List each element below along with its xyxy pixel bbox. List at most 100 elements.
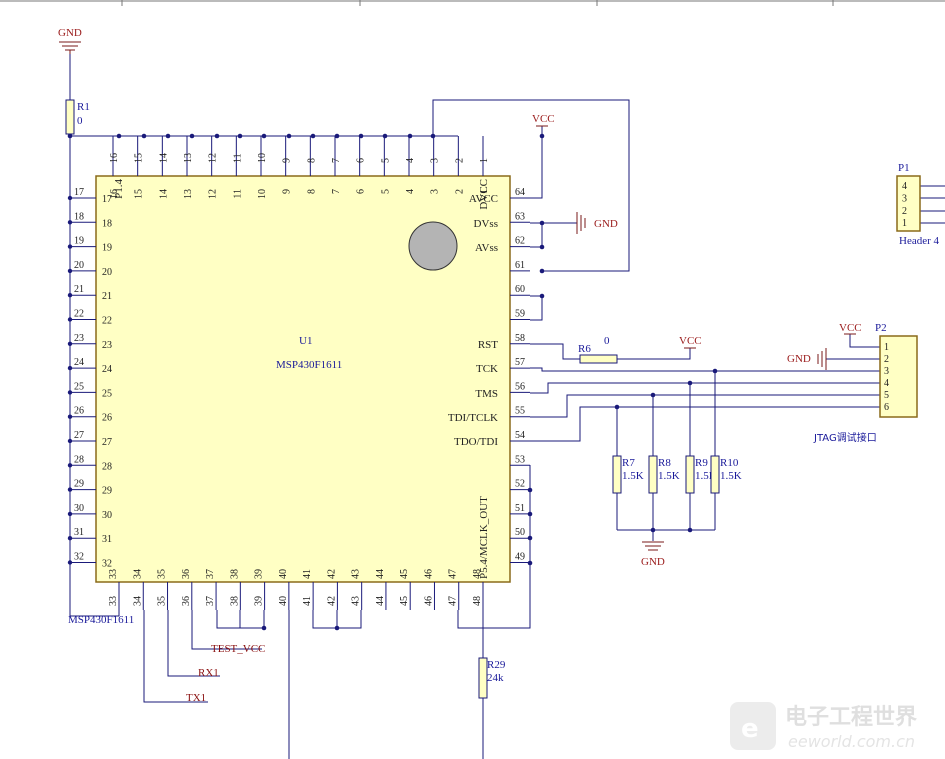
pin-inner-number-29: 29 [102, 486, 112, 497]
pin-inner-number-40: 40 [278, 569, 289, 579]
gnd-symbol-p2: GND [787, 348, 827, 370]
pin-number-24: 24 [74, 357, 84, 368]
p1-ref: P1 [898, 162, 910, 174]
resistor-r7[interactable]: R7 1.5K [612, 455, 644, 494]
junction-dot-8 [286, 133, 292, 139]
junction-dot-14 [430, 133, 436, 139]
pin-number-37: 37 [205, 596, 216, 606]
connector-p1[interactable]: P1 43 21 Header 4 [896, 162, 940, 247]
pin-number-61: 61 [515, 260, 525, 271]
label-tck: TCK [476, 363, 498, 375]
pin-number-5: 5 [380, 158, 391, 163]
pin-number-56: 56 [515, 381, 525, 392]
resistor-r10[interactable]: R10 1.5K [710, 455, 742, 494]
pin-number-60: 60 [515, 284, 525, 295]
resistor-r1[interactable]: R1 0 [65, 99, 90, 135]
p1-pin-1: 1 [902, 218, 907, 229]
pin-number-58: 58 [515, 333, 525, 344]
pin-number-39: 39 [254, 596, 265, 606]
pin-inner-number-6: 6 [356, 189, 367, 194]
pin-number-27: 27 [74, 430, 84, 441]
gnd-symbol-dvss: GND [576, 212, 618, 234]
p2-pin-3: 3 [884, 366, 889, 377]
vcc-symbol-r6: VCC [679, 335, 702, 349]
junction-dot-24 [650, 527, 656, 533]
pin-number-25: 25 [74, 381, 84, 392]
pin-number-47: 47 [448, 596, 459, 606]
vcc-symbol-p2: VCC [839, 322, 862, 335]
pin-inner-number-47: 47 [448, 569, 459, 579]
junction-left-17 [67, 195, 73, 201]
p1-pin-numbers: 43 21 [902, 181, 907, 229]
pin-inner-number-5: 5 [380, 189, 391, 194]
gnd-label-pullups: GND [641, 556, 665, 568]
schematic-canvas: 1616151514141313121211111010998877665544… [0, 0, 945, 759]
pin-number-28: 28 [74, 454, 84, 465]
pin-number-1: 1 [479, 158, 490, 163]
pin-inner-number-20: 20 [102, 267, 112, 278]
pin1-marker-dot [408, 221, 458, 271]
resistor-r8[interactable]: R8 1.5K [648, 455, 680, 494]
pin-number-15: 15 [134, 153, 145, 163]
pin-inner-number-19: 19 [102, 243, 112, 254]
junction-left-24 [67, 365, 73, 371]
pin-number-31: 31 [74, 527, 84, 538]
label-tdi-tclk: TDI/TCLK [448, 412, 498, 424]
resistor-r6[interactable]: R6 0 [578, 335, 618, 364]
pin-inner-number-34: 34 [132, 569, 143, 579]
junction-left-23 [67, 341, 73, 346]
r6-value: 0 [604, 335, 610, 347]
pin-number-32: 32 [74, 552, 84, 563]
r29-value: 24k [487, 672, 504, 684]
vcc-symbol-u1: VCC [532, 113, 555, 127]
pin-number-62: 62 [515, 236, 525, 247]
pin-number-51: 51 [515, 503, 525, 514]
r8-value: 1.5K [658, 470, 680, 482]
r10-ref: R10 [720, 457, 739, 469]
vcc-label-u1: VCC [532, 113, 555, 125]
r8-ref: R8 [658, 457, 671, 469]
label-rst: RST [478, 339, 498, 351]
pin-number-6: 6 [356, 158, 367, 163]
junction-dot-25 [687, 527, 693, 533]
pin-number-64: 64 [515, 187, 525, 198]
pin-inner-number-22: 22 [102, 316, 112, 327]
pin-inner-number-11: 11 [232, 189, 243, 199]
pin-inner-number-36: 36 [181, 569, 192, 579]
pin-number-35: 35 [157, 596, 168, 606]
net-label-tx1: TX1 [186, 692, 206, 704]
label-p5-4-mclk-out: P5.4/MCLK_OUT [478, 496, 490, 579]
pin-inner-number-4: 4 [405, 189, 416, 194]
junction-dot-29 [527, 560, 533, 566]
pin-inner-number-14: 14 [158, 189, 169, 199]
pin-number-34: 34 [132, 596, 143, 606]
pin-number-16: 16 [109, 153, 120, 163]
junction-dot-9 [310, 133, 316, 139]
junction-dot-22 [650, 392, 656, 398]
pin-inner-number-15: 15 [134, 189, 145, 199]
u1-part-number: MSP430F1611 [276, 359, 342, 371]
label-tdo-tdi: TDO/TDI [454, 436, 498, 448]
pin-inner-number-3: 3 [430, 189, 441, 194]
junction-dot-27 [527, 511, 533, 517]
junction-dot-20 [712, 368, 718, 374]
pin-inner-number-26: 26 [102, 413, 112, 424]
label-dvcc: DVCC [478, 179, 490, 210]
junction-left-19 [67, 244, 73, 249]
pin-inner-number-21: 21 [102, 291, 112, 302]
pin-inner-number-45: 45 [399, 569, 410, 579]
junction-dot-13 [407, 133, 413, 139]
pin-number-10: 10 [257, 153, 268, 163]
pin-inner-number-42: 42 [326, 569, 337, 579]
junction-left-27 [67, 438, 73, 444]
pin-number-8: 8 [306, 158, 317, 163]
pin-inner-number-18: 18 [102, 218, 112, 229]
junction-left-25 [67, 390, 73, 395]
junction-left-31 [67, 536, 73, 541]
pin-inner-number-27: 27 [102, 437, 112, 448]
junction-left-30 [67, 511, 73, 517]
r9-ref: R9 [695, 457, 708, 469]
pin-inner-number-8: 8 [306, 189, 317, 194]
resistor-r29[interactable]: R29 24k [478, 657, 506, 699]
p2-pin-5: 5 [884, 390, 889, 401]
